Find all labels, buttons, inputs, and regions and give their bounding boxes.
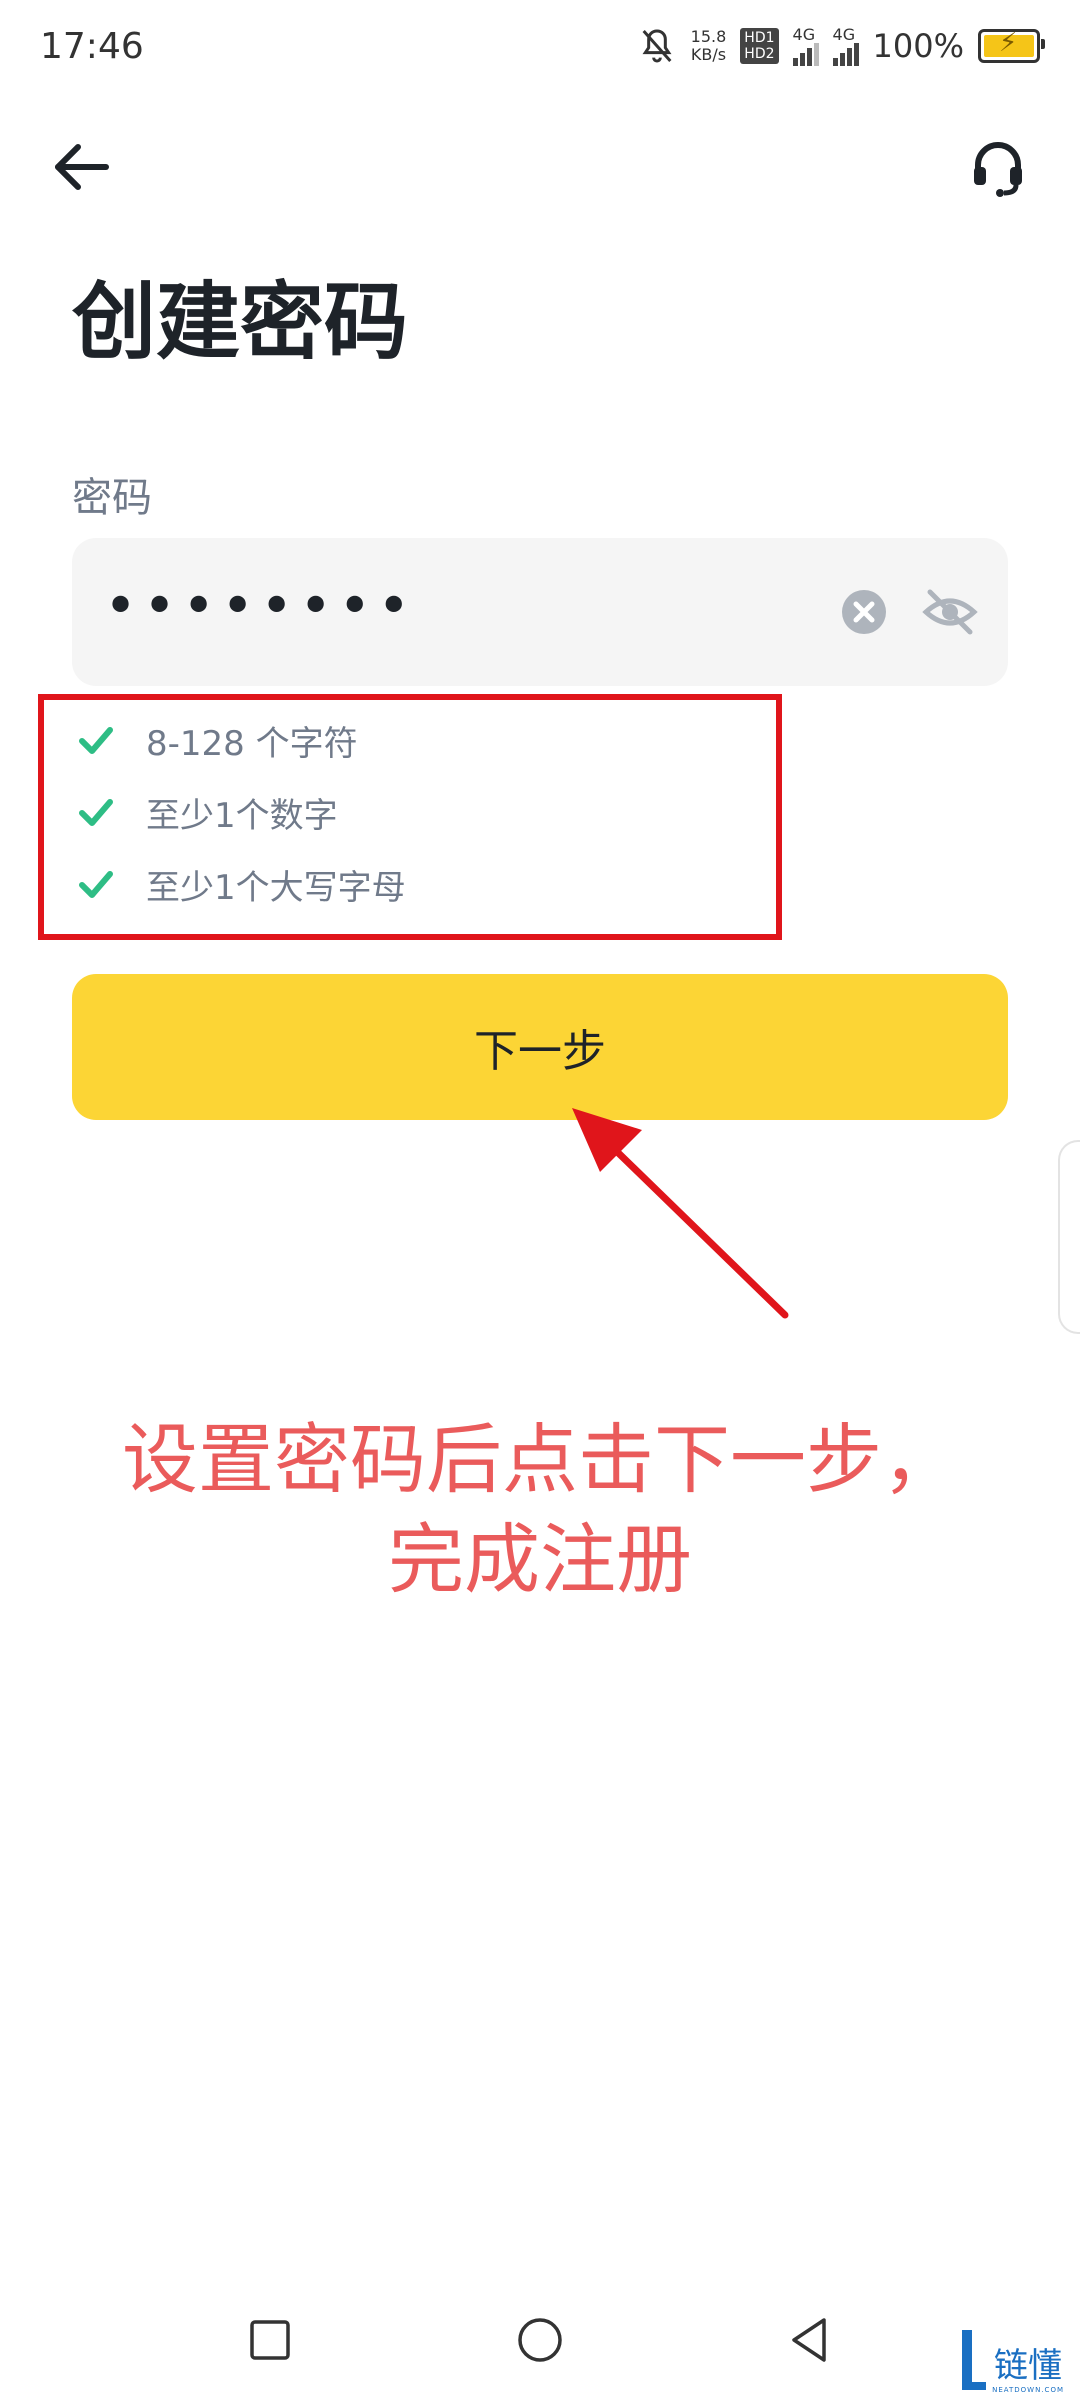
headset-icon[interactable]: [966, 135, 1030, 199]
back-triangle-icon[interactable]: [780, 2310, 840, 2370]
network-type-2: 4G: [832, 24, 856, 44]
battery-icon: ⚡: [978, 28, 1045, 63]
requirement-item: 至少1个数字: [76, 776, 406, 848]
watermark-cn: 链懂: [994, 2346, 1063, 2386]
hd-badge: HD1 HD2: [740, 28, 779, 64]
hide-password-icon[interactable]: [922, 584, 978, 640]
network-speed-value: 15.8: [690, 27, 727, 46]
annotation-line-1: 设置密码后点击下一步，: [122, 1415, 958, 1504]
navigation-bar: [0, 2290, 1080, 2400]
network-speed: 15.8 KB/s: [691, 28, 727, 64]
watermark-logo: 链懂 NEATDOWN.COM: [960, 2330, 1064, 2394]
battery-percent: 100%: [872, 27, 964, 65]
requirement-text: 至少1个大写字母: [146, 867, 406, 908]
password-requirements: 8-128 个字符 至少1个数字 至少1个大写字母: [76, 704, 406, 920]
password-input[interactable]: ••••••••: [72, 538, 1008, 686]
back-arrow-icon[interactable]: [50, 135, 114, 199]
requirement-item: 至少1个大写字母: [76, 848, 406, 920]
notification-muted-icon: [642, 29, 672, 63]
annotation-text: 设置密码后点击下一步， 完成注册: [0, 1410, 1080, 1610]
status-time: 17:46: [40, 26, 144, 67]
side-edge-handle[interactable]: [1058, 1140, 1080, 1334]
home-icon[interactable]: [510, 2310, 570, 2370]
hd2-label: HD2: [744, 46, 775, 62]
network-type-1: 4G: [792, 24, 816, 44]
hd1-label: HD1: [744, 30, 775, 46]
recent-apps-icon[interactable]: [240, 2310, 300, 2370]
signal-strength-2-icon: 4G: [832, 24, 859, 66]
network-speed-unit: KB/s: [690, 45, 727, 64]
requirement-text: 至少1个数字: [146, 795, 338, 836]
requirement-item: 8-128 个字符: [76, 704, 406, 776]
annotation-line-2: 完成注册: [388, 1515, 692, 1604]
check-icon: [79, 799, 113, 826]
watermark-l-mark: [962, 2330, 987, 2390]
charging-bolt-icon: ⚡: [999, 28, 1018, 58]
password-label: 密码: [72, 475, 152, 521]
password-value: ••••••••: [104, 574, 417, 639]
clear-input-icon[interactable]: [840, 588, 888, 636]
next-step-button[interactable]: 下一步: [72, 974, 1008, 1120]
check-icon: [79, 871, 113, 898]
watermark-en: NEATDOWN.COM: [992, 2386, 1064, 2394]
signal-strength-1-icon: 4G: [792, 24, 819, 66]
check-icon: [79, 727, 113, 754]
status-bar: 17:46 15.8 KB/s HD1 HD2 4G 4G 100% ⚡: [0, 0, 1080, 100]
page-title: 创建密码: [72, 273, 409, 371]
requirement-text: 8-128 个字符: [146, 723, 358, 764]
status-icons: 15.8 KB/s HD1 HD2 4G 4G 100% ⚡: [637, 24, 1045, 66]
